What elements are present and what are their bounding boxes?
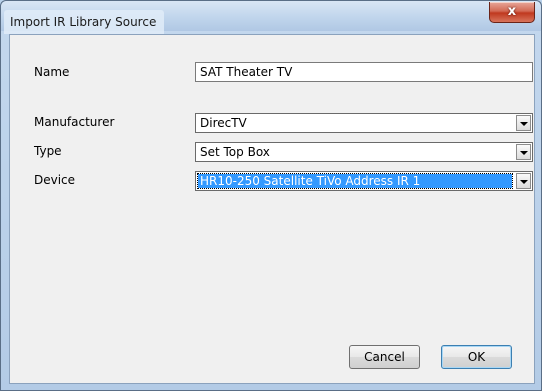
close-icon: x [507, 4, 517, 19]
import-ir-library-dialog: Import IR Library Source x Name SAT Thea… [0, 0, 542, 391]
device-label: Device [34, 173, 76, 187]
type-dropdown[interactable]: Set Top Box [195, 142, 533, 162]
name-label: Name [34, 65, 70, 79]
title-bar[interactable]: Import IR Library Source x [1, 1, 541, 34]
chevron-down-icon[interactable] [516, 173, 531, 189]
type-label: Type [34, 144, 62, 158]
window-title: Import IR Library Source [4, 10, 165, 34]
manufacturer-value: DirecTV [200, 116, 247, 130]
dialog-content: Name SAT Theater TV Manufacturer DirecTV… [9, 34, 535, 384]
device-dropdown[interactable]: HR10-250 Satellite TiVo Address IR 1 [195, 171, 533, 191]
manufacturer-dropdown[interactable]: DirecTV [195, 113, 533, 133]
chevron-down-icon[interactable] [516, 144, 531, 160]
ok-button[interactable]: OK [441, 345, 512, 369]
type-value: Set Top Box [200, 145, 270, 159]
name-field[interactable]: SAT Theater TV [195, 62, 533, 82]
close-button[interactable]: x [489, 2, 535, 23]
manufacturer-label: Manufacturer [34, 115, 115, 129]
device-value: HR10-250 Satellite TiVo Address IR 1 [197, 173, 513, 189]
cancel-button[interactable]: Cancel [349, 345, 420, 369]
chevron-down-icon[interactable] [516, 115, 531, 131]
